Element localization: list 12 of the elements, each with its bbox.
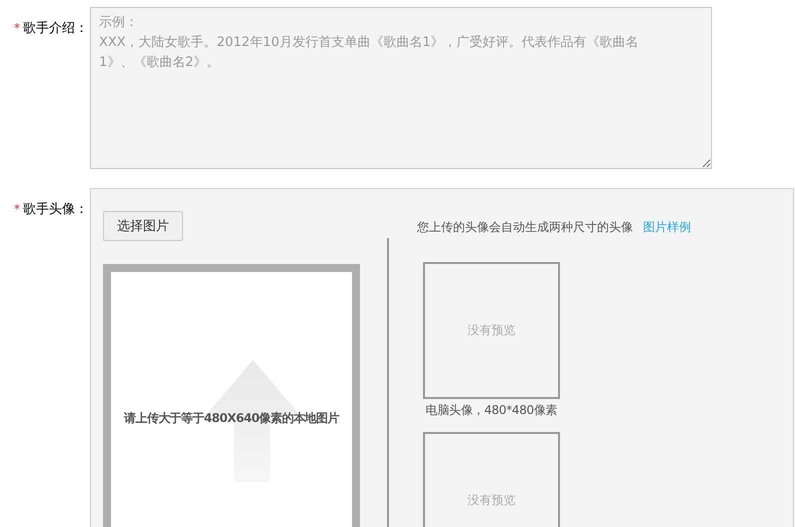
required-mark: * <box>14 21 20 35</box>
intro-textarea[interactable]: 示例： XXX，大陆女歌手。2012年10月发行首支单曲《歌曲名1》，广受好评。代表作品有《歌曲名1》、《歌曲名2》。 <box>90 7 712 169</box>
no-preview-text: 没有预览 <box>468 492 516 509</box>
upload-area[interactable]: 请上传大于等于480X640像素的本地图片 <box>103 264 360 527</box>
required-mark: * <box>14 202 20 216</box>
choose-image-button[interactable]: 选择图片 <box>103 211 183 241</box>
preview-caption: 电脑头像，480*480像素 <box>424 402 558 419</box>
avatar-note: 您上传的头像会自动生成两种尺寸的头像 <box>417 219 633 236</box>
field-label: 歌手头像： <box>23 201 88 218</box>
no-preview-text: 没有预览 <box>468 322 516 339</box>
upload-hint: 请上传大于等于480X640像素的本地图片 <box>124 410 339 426</box>
field-label: 歌手介绍： <box>23 20 88 37</box>
